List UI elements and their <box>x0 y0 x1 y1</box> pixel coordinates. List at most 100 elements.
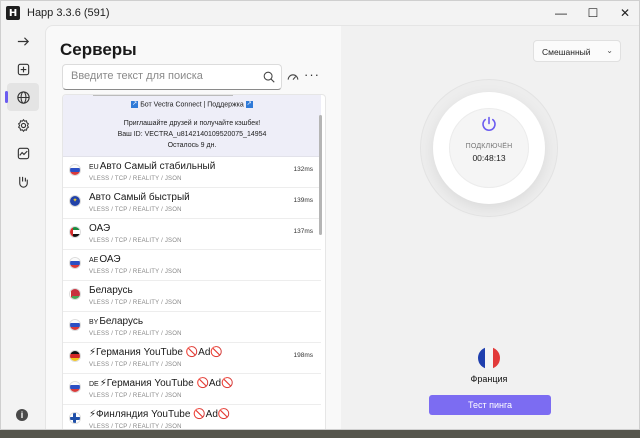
server-country-code: AE <box>89 257 99 264</box>
promo-invite-line: Приглашайте друзей и получайте кэшбек! <box>123 120 261 127</box>
maximize-button[interactable]: ☐ <box>577 1 609 25</box>
sidebar-item-add[interactable] <box>7 55 39 83</box>
server-list: ↗ Бот Vectra Connect | Поддержка ↗ Приглаш… <box>62 94 326 429</box>
server-name: Беларусь <box>89 285 133 296</box>
chevron-down-icon: ⌄ <box>606 46 613 55</box>
flag-fi-icon <box>69 412 81 424</box>
sidebar-item-connect[interactable] <box>7 27 39 55</box>
flag-ru-icon <box>69 164 81 176</box>
promo-divider <box>93 95 233 96</box>
server-ping: 198ms <box>293 352 313 359</box>
server-row[interactable]: ⚡Германия YouTube 🚫Ad🚫 VLESS / TCP / REAL… <box>63 343 321 374</box>
sidebar-item-stats[interactable] <box>7 139 39 167</box>
minimize-button[interactable]: — <box>545 1 577 25</box>
server-row[interactable]: BYБеларусь VLESS / TCP / REALITY / JSON <box>63 312 321 343</box>
search-box <box>62 64 282 90</box>
sidebar-item-settings[interactable] <box>7 111 39 139</box>
stats-icon <box>17 147 29 159</box>
server-name-text: Авто Самый быстрый <box>89 192 190 203</box>
server-row[interactable]: ⚡Финляндия YouTube 🚫Ad🚫 VLESS / TCP / REA… <box>63 405 321 429</box>
france-flag-icon <box>478 347 500 369</box>
add-square-icon <box>17 63 29 75</box>
flag-ru-icon <box>69 319 81 331</box>
server-ping: 139ms <box>293 197 313 204</box>
window-controls: — ☐ ✕ <box>545 1 639 25</box>
server-name-text: Беларусь <box>89 285 133 296</box>
app-logo-icon: H <box>6 6 20 20</box>
sidebar: i <box>1 25 45 429</box>
server-name: BYБеларусь <box>89 316 143 327</box>
server-name-text: ⚡Германия YouTube 🚫Ad🚫 <box>89 347 223 358</box>
promo-bot-line[interactable]: ↗ Бот Vectra Connect | Поддержка ↗ <box>63 101 321 108</box>
server-name: ОАЭ <box>89 223 110 234</box>
ping-test-button[interactable]: Тест пинга <box>429 395 551 415</box>
server-protocol: VLESS / TCP / REALITY / JSON <box>89 300 182 306</box>
power-icon[interactable] <box>480 115 498 133</box>
server-protocol: VLESS / TCP / REALITY / JSON <box>89 269 182 275</box>
server-protocol: VLESS / TCP / REALITY / JSON <box>89 176 182 182</box>
server-name: EUАвто Самый стабильный <box>89 161 215 172</box>
arrow-right-icon <box>17 36 29 46</box>
server-row[interactable]: Беларусь VLESS / TCP / REALITY / JSON <box>63 281 321 312</box>
list-scrollbar[interactable] <box>319 115 322 235</box>
flag-ru-icon <box>69 257 81 269</box>
server-name: AEОАЭ <box>89 254 121 265</box>
server-name: ⚡Германия YouTube 🚫Ad🚫 <box>89 347 223 358</box>
server-protocol: VLESS / TCP / REALITY / JSON <box>89 238 182 244</box>
globe-icon <box>16 90 30 104</box>
flag-ru-icon <box>69 381 81 393</box>
flag-de-icon <box>69 350 81 362</box>
info-icon[interactable]: i <box>16 409 28 421</box>
server-name-text: ОАЭ <box>89 223 111 234</box>
server-row[interactable]: EUАвто Самый стабильный VLESS / TCP / REA… <box>63 157 321 188</box>
server-ping: 137ms <box>293 228 313 235</box>
search-input[interactable] <box>71 70 261 82</box>
promo-banner: ↗ Бот Vectra Connect | Поддержка ↗ Приглаш… <box>63 95 321 157</box>
speedometer-icon[interactable] <box>286 70 300 84</box>
telegram-icon: ↗ <box>131 101 139 108</box>
server-name-text: ОАЭ <box>99 254 121 265</box>
server-name-text: Беларусь <box>99 316 144 327</box>
flag-eu-icon: ✦ <box>69 195 81 207</box>
server-row[interactable]: ✦ Авто Самый быстрый VLESS / TCP / REALITY… <box>63 188 321 219</box>
close-button[interactable]: ✕ <box>609 1 639 25</box>
servers-panel: Серверы ··· ↗Бот Vectra Connect | Поддер… <box>45 25 341 429</box>
gear-icon <box>17 118 29 132</box>
connection-status: ПОДКЛЮЧЁН <box>465 143 513 150</box>
server-ping: 132ms <box>293 166 313 173</box>
server-protocol: VLESS / TCP / REALITY / JSON <box>89 362 182 368</box>
server-name: Авто Самый быстрый <box>89 192 190 203</box>
hand-icon <box>18 176 28 188</box>
sidebar-item-servers[interactable] <box>5 83 39 111</box>
server-protocol: VLESS / TCP / REALITY / JSON <box>89 393 182 399</box>
mode-select[interactable]: Смешанный ⌄ <box>533 40 621 62</box>
flag-ae-icon <box>69 226 81 238</box>
server-name-text: ⚡Финляндия YouTube 🚫Ad🚫 <box>89 409 231 420</box>
server-protocol: VLESS / TCP / REALITY / JSON <box>89 331 182 337</box>
server-country-code: EU <box>89 164 99 171</box>
server-name: DE⚡Германия YouTube 🚫Ad🚫 <box>89 378 234 389</box>
flag-by-icon <box>69 288 81 300</box>
server-row[interactable]: ОАЭ VLESS / TCP / REALITY / JSON 137ms <box>63 219 321 250</box>
server-row[interactable]: DE⚡Германия YouTube 🚫Ad🚫 VLESS / TCP / RE… <box>63 374 321 405</box>
telegram-icon: ↗ <box>245 101 253 108</box>
server-row[interactable]: AEОАЭ VLESS / TCP / REALITY / JSON <box>63 250 321 281</box>
promo-id-line: Ваш ID: VECTRA_u8142140109520075_14954 <box>117 131 267 138</box>
promo-days-line: Осталось 9 дн. <box>167 142 217 149</box>
connection-timer: 00:48:13 <box>472 153 506 163</box>
app-window: H Happ 3.3.6 (591) — ☐ ✕ i Серверы Введи… <box>0 0 640 430</box>
window-title: Happ 3.3.6 (591) <box>27 7 110 19</box>
more-options-icon[interactable]: ··· <box>304 67 320 82</box>
search-icon[interactable] <box>262 70 276 84</box>
page-title: Серверы <box>60 40 137 59</box>
mode-label: Смешанный <box>542 47 591 57</box>
sidebar-item-routing[interactable] <box>7 167 39 195</box>
title-bar: H Happ 3.3.6 (591) — ☐ ✕ <box>1 1 639 25</box>
connection-panel: Смешанный ⌄ ПОДКЛЮЧЁН 00:48:13 Франция Т… <box>341 25 639 429</box>
server-protocol: VLESS / TCP / REALITY / JSON <box>89 207 182 213</box>
server-country-code: DE <box>89 381 99 388</box>
current-country: Франция <box>470 374 508 384</box>
server-country-code: BY <box>89 319 99 326</box>
promo-bot-text: Бот Vectra Connect | Поддержка <box>140 101 244 109</box>
server-name-text: Авто Самый стабильный <box>99 161 216 172</box>
